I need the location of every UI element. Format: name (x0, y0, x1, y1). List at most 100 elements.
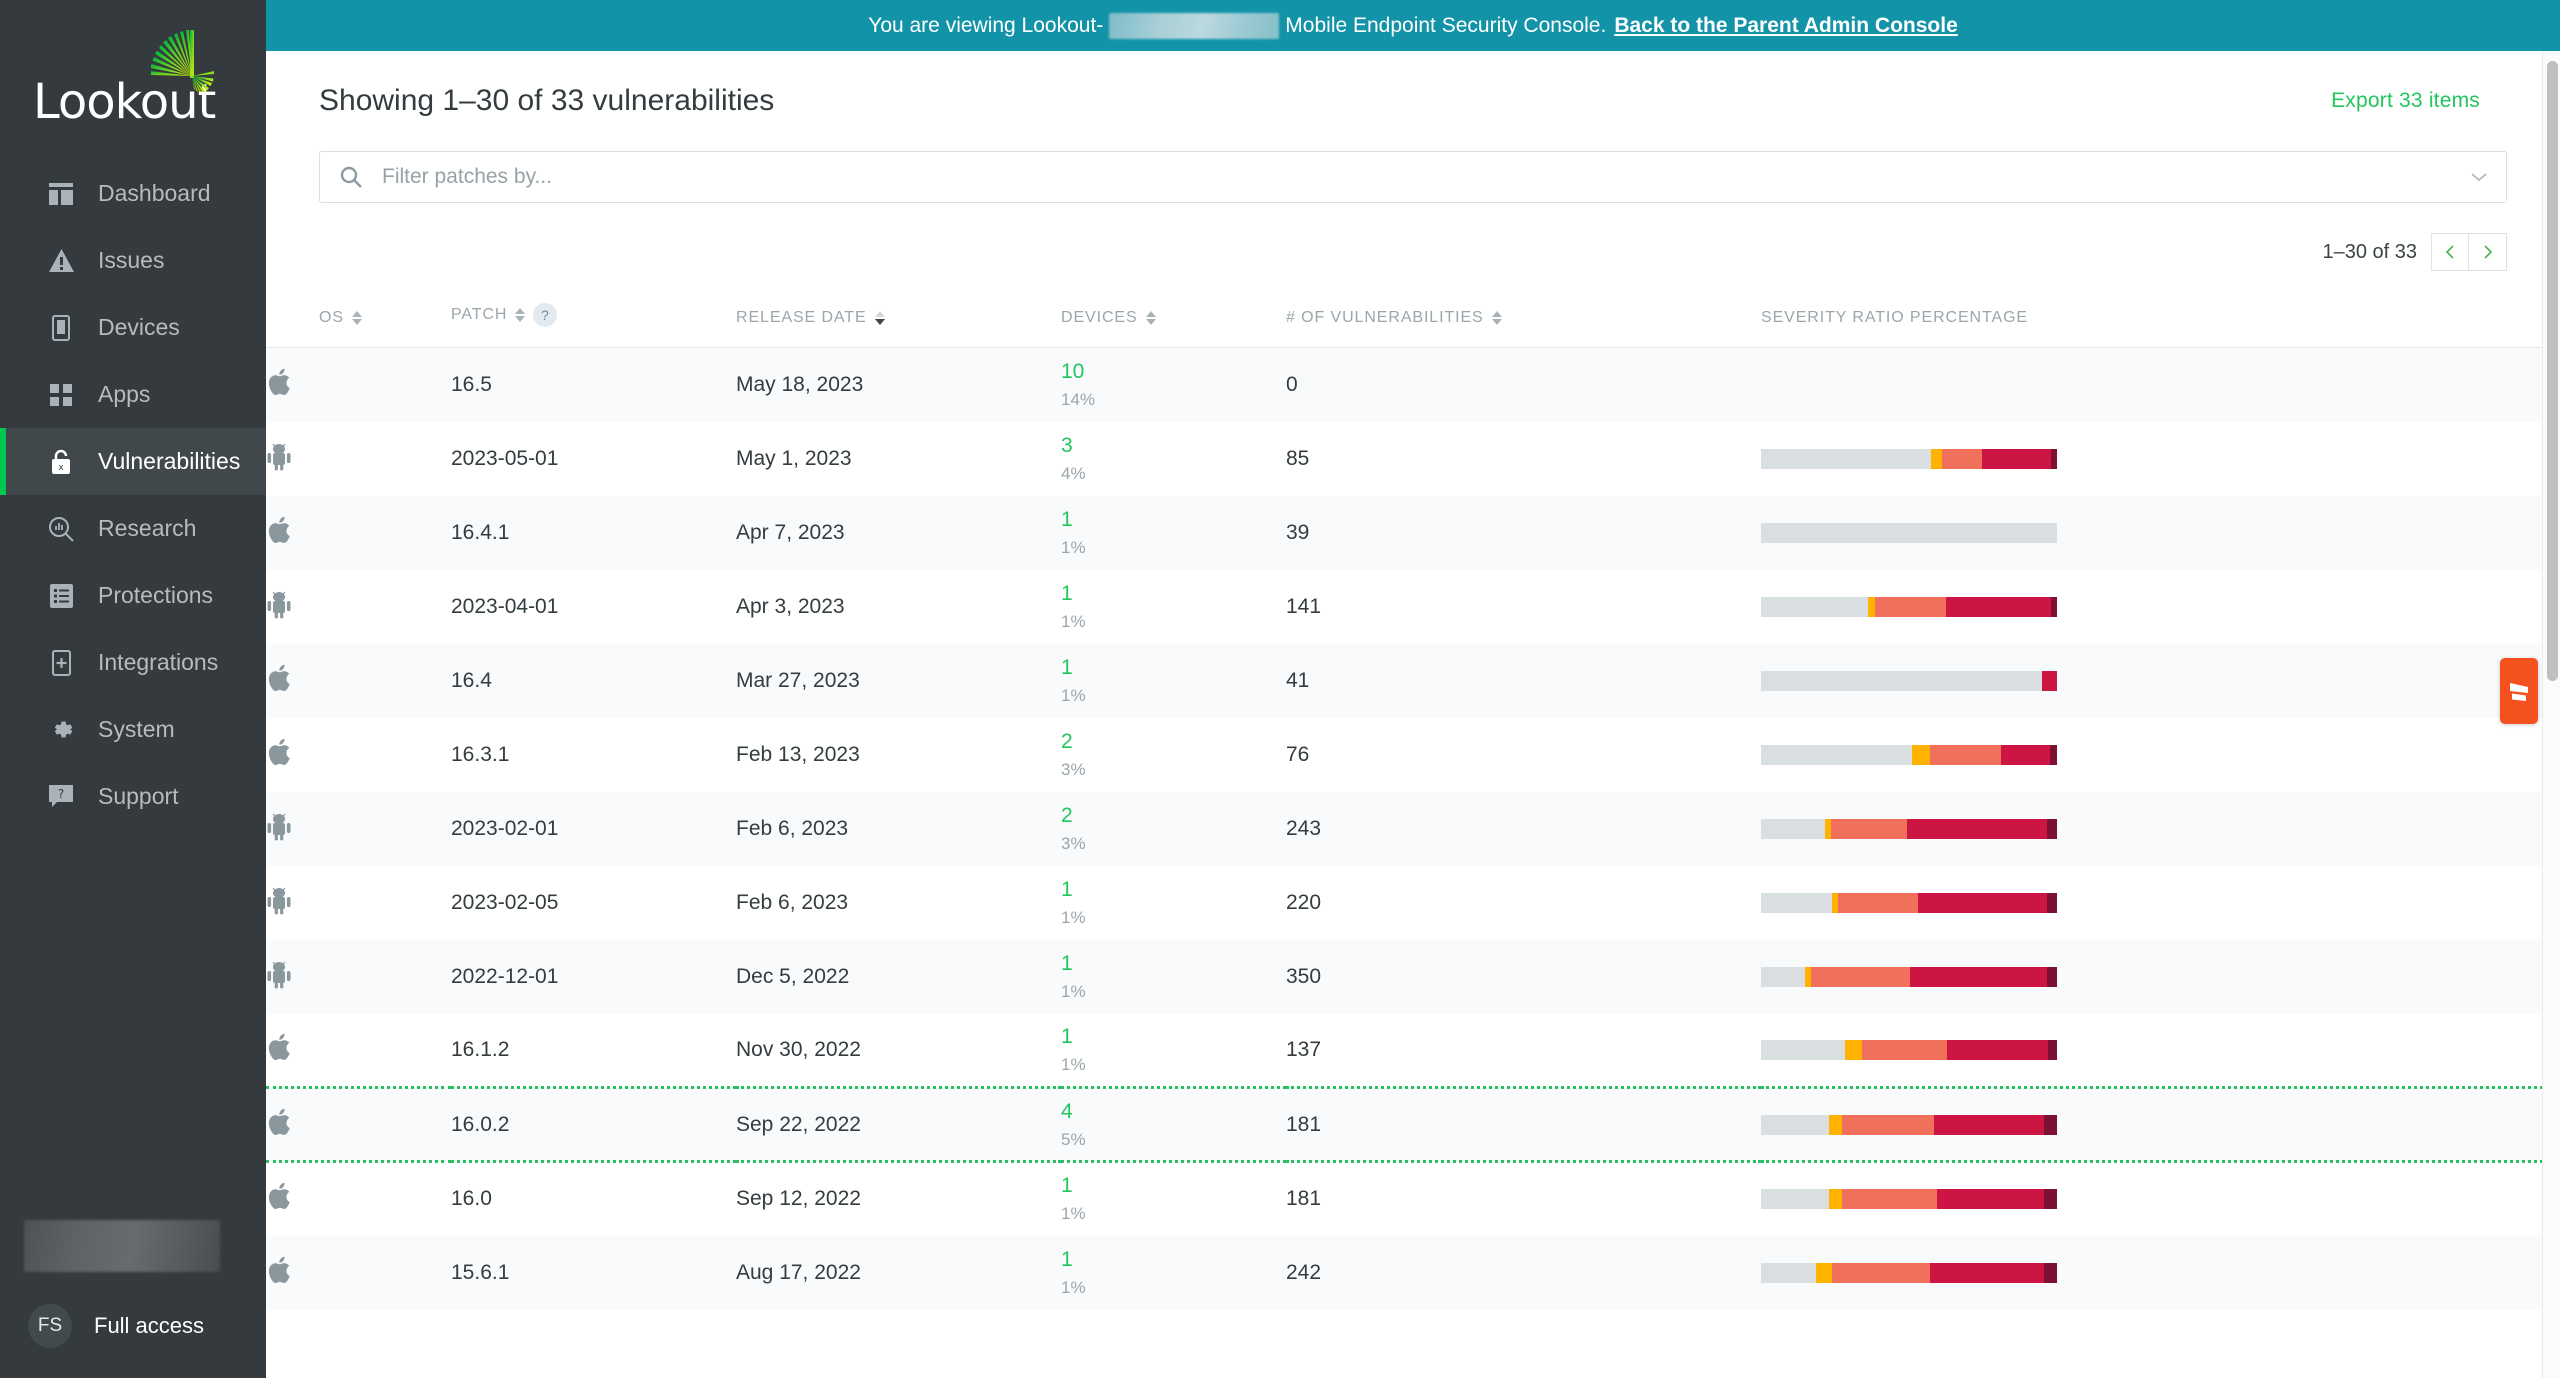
table-row[interactable]: 16.3.1Feb 13, 202323%76 (266, 718, 2560, 792)
sidebar-item-dashboard[interactable]: Dashboard (0, 160, 266, 227)
cell-devices[interactable]: 1014% (1061, 348, 1286, 422)
pagination-next-button[interactable] (2469, 233, 2507, 271)
sidebar-item-issues[interactable]: Issues (0, 227, 266, 294)
cell-devices[interactable]: 11% (1061, 496, 1286, 570)
severity-segment-high (1907, 819, 2046, 839)
table-row[interactable]: 2023-02-05Feb 6, 202311%220 (266, 866, 2560, 940)
brand-logo[interactable]: Lookout (0, 0, 266, 150)
severity-segment-none (1761, 671, 2042, 691)
table-row[interactable]: 16.1.2Nov 30, 202211%137 (266, 1014, 2560, 1088)
device-percent: 3% (1061, 761, 1286, 779)
feedback-widget-icon[interactable] (2500, 658, 2538, 724)
device-count[interactable]: 3 (1061, 435, 1286, 457)
table-row[interactable]: 16.0.2Sep 22, 202245%181 (266, 1088, 2560, 1162)
device-count[interactable]: 1 (1061, 953, 1286, 975)
cell-devices[interactable]: 45% (1061, 1088, 1286, 1162)
column-header-patch[interactable]: PATCH ? (451, 289, 736, 348)
sort-icon-active-desc[interactable] (875, 311, 885, 325)
device-count[interactable]: 10 (1061, 361, 1286, 383)
severity-segment-critical (2050, 745, 2057, 765)
table-row[interactable]: 2023-02-01Feb 6, 202323%243 (266, 792, 2560, 866)
cell-devices[interactable]: 11% (1061, 644, 1286, 718)
sort-icon[interactable] (515, 308, 525, 322)
sort-icon[interactable] (352, 311, 362, 325)
sidebar-item-protections[interactable]: Protections (0, 562, 266, 629)
lookout-mark-icon (151, 30, 215, 97)
device-count[interactable]: 1 (1061, 1175, 1286, 1197)
severity-segment-critical (2044, 1189, 2057, 1209)
device-count[interactable]: 1 (1061, 879, 1286, 901)
chevron-down-icon[interactable] (2470, 171, 2490, 183)
severity-ratio-bar (1761, 597, 2057, 617)
export-items-button[interactable]: Export 33 items (2331, 89, 2480, 113)
sidebar-item-integrations[interactable]: Integrations (0, 629, 266, 696)
research-icon (46, 514, 76, 544)
cell-devices[interactable]: 23% (1061, 792, 1286, 866)
device-count[interactable]: 2 (1061, 805, 1286, 827)
device-count[interactable]: 1 (1061, 657, 1286, 679)
sidebar-item-research[interactable]: Research (0, 495, 266, 562)
device-count[interactable]: 2 (1061, 731, 1286, 753)
scrollbar-thumb[interactable] (2547, 61, 2558, 681)
sidebar-item-label: Research (98, 515, 196, 542)
cell-devices[interactable]: 34% (1061, 422, 1286, 496)
table-row[interactable]: 2023-04-01Apr 3, 202311%141 (266, 570, 2560, 644)
cell-devices[interactable]: 11% (1061, 570, 1286, 644)
sidebar-item-system[interactable]: System (0, 696, 266, 763)
column-header-devices[interactable]: DEVICES (1061, 289, 1286, 348)
grid-apps-icon (46, 380, 76, 410)
page-scrollbar[interactable] (2542, 51, 2560, 1378)
back-to-parent-admin-console-link[interactable]: Back to the Parent Admin Console (1614, 14, 1957, 38)
table-row[interactable]: 15.6.1Aug 17, 202211%242 (266, 1236, 2560, 1310)
device-count[interactable]: 1 (1061, 1026, 1286, 1048)
cell-devices[interactable]: 11% (1061, 940, 1286, 1014)
table-row[interactable]: 16.0Sep 12, 202211%181 (266, 1162, 2560, 1236)
device-count[interactable]: 1 (1061, 509, 1286, 531)
cell-devices[interactable]: 11% (1061, 866, 1286, 940)
cell-severity-ratio (1761, 644, 2560, 718)
table-row[interactable]: 2022-12-01Dec 5, 202211%350 (266, 940, 2560, 1014)
cell-devices[interactable]: 11% (1061, 1014, 1286, 1088)
severity-segment-medium (1842, 1115, 1934, 1135)
severity-segment-critical (2044, 1263, 2057, 1283)
cell-patch: 2023-04-01 (451, 570, 736, 644)
cell-patch: 16.3.1 (451, 718, 736, 792)
table-row[interactable]: 16.5May 18, 20231014%0 (266, 348, 2560, 422)
severity-segment-medium (1862, 1040, 1948, 1060)
cell-patch: 16.0.2 (451, 1088, 736, 1162)
device-count[interactable]: 1 (1061, 1249, 1286, 1271)
cell-devices[interactable]: 11% (1061, 1162, 1286, 1236)
search-input[interactable] (382, 165, 2470, 189)
column-header-num-vulnerabilities[interactable]: # OF VULNERABILITIES (1286, 289, 1761, 348)
column-header-os[interactable]: OS (266, 289, 451, 348)
table-row[interactable]: 16.4.1Apr 7, 202311%39 (266, 496, 2560, 570)
gear-icon (46, 715, 76, 745)
severity-segment-critical (2051, 597, 2057, 617)
sort-icon[interactable] (1146, 311, 1156, 325)
os-apple-icon (266, 718, 451, 792)
table-row[interactable]: 2023-05-01May 1, 202334%85 (266, 422, 2560, 496)
device-count[interactable]: 4 (1061, 1101, 1286, 1123)
cell-devices[interactable]: 23% (1061, 718, 1286, 792)
sidebar-item-apps[interactable]: Apps (0, 361, 266, 428)
cell-devices[interactable]: 11% (1061, 1236, 1286, 1310)
column-label: DEVICES (1061, 309, 1138, 327)
cell-patch: 16.4.1 (451, 496, 736, 570)
pagination-prev-button[interactable] (2431, 233, 2469, 271)
filter-input-container[interactable] (319, 151, 2507, 203)
sort-icon[interactable] (1492, 311, 1502, 325)
sidebar-item-devices[interactable]: Devices (0, 294, 266, 361)
page-body: Showing 1–30 of 33 vulnerabilities Expor… (266, 51, 2560, 1378)
table-row[interactable]: 16.4Mar 27, 202311%41 (266, 644, 2560, 718)
sidebar-item-support[interactable]: ? Support (0, 763, 266, 830)
svg-text:x: x (58, 463, 64, 473)
column-header-release-date[interactable]: RELEASE DATE (736, 289, 1061, 348)
sidebar-item-vulnerabilities[interactable]: x Vulnerabilities (0, 428, 266, 495)
patch-help-icon[interactable]: ? (533, 303, 557, 327)
cell-release-date: Apr 7, 2023 (736, 496, 1061, 570)
cell-patch: 16.0 (451, 1162, 736, 1236)
cell-release-date: Apr 3, 2023 (736, 570, 1061, 644)
user-account-row[interactable]: FS Full access (0, 1298, 266, 1354)
device-count[interactable]: 1 (1061, 583, 1286, 605)
severity-segment-none (1761, 597, 1868, 617)
